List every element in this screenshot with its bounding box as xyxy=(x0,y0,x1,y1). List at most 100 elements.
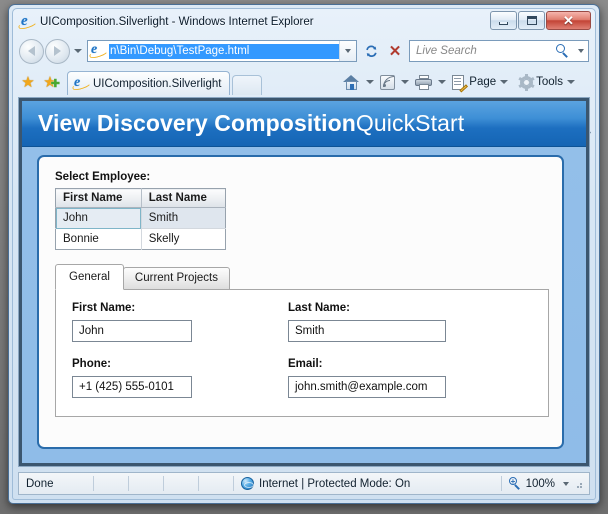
tools-menu-button[interactable]: Tools xyxy=(517,70,577,94)
app-card: Select Employee: First Name Last Name Jo… xyxy=(37,155,564,449)
close-icon: ✕ xyxy=(563,13,574,28)
page-title-light: QuickStart xyxy=(355,110,465,136)
maximize-button[interactable] xyxy=(518,11,545,30)
address-input[interactable]: n\Bin\Debug\TestPage.html xyxy=(109,43,339,59)
tab-and-command-bar: ★ ★ ✚ e UIComposition.Silverlight Page T… xyxy=(13,67,595,138)
browser-window: e UIComposition.Silverlight - Windows In… xyxy=(8,4,600,504)
security-zone-button[interactable]: Internet | Protected Mode: On xyxy=(234,473,501,494)
minimize-button[interactable] xyxy=(490,11,517,30)
page-menu-label: Page xyxy=(469,76,497,88)
close-button[interactable]: ✕ xyxy=(546,11,591,30)
first-name-label: First Name: xyxy=(72,302,136,314)
add-to-favorites-button[interactable]: ★ ✚ xyxy=(39,69,61,95)
window-controls: ✕ xyxy=(490,11,591,30)
zoom-level-label: 100% xyxy=(525,477,555,490)
stop-icon: ✕ xyxy=(388,42,402,60)
recent-pages-chevron-down-icon[interactable] xyxy=(74,49,82,53)
back-button[interactable] xyxy=(19,38,44,64)
search-provider-dropdown[interactable] xyxy=(573,49,588,53)
last-name-label: Last Name: xyxy=(288,302,350,314)
browser-window-inner: e UIComposition.Silverlight - Windows In… xyxy=(12,8,596,500)
refresh-button[interactable] xyxy=(359,40,383,62)
print-button[interactable] xyxy=(413,70,434,94)
tools-chevron-down-icon xyxy=(567,80,575,84)
ie-logo-icon: e xyxy=(17,14,38,31)
home-chevron-down-icon[interactable] xyxy=(366,80,375,84)
globe-icon xyxy=(241,477,254,490)
column-header-first-name[interactable]: First Name xyxy=(55,188,142,208)
command-bar: Page Tools xyxy=(341,69,591,95)
browser-tab[interactable]: e UIComposition.Silverlight xyxy=(67,71,231,95)
field-group-last-name: Last Name: Smith xyxy=(288,302,503,342)
last-name-input[interactable]: Smith xyxy=(288,320,446,342)
forward-button[interactable] xyxy=(45,38,70,64)
page-title: View Discovery CompositionQuickStart xyxy=(38,110,464,137)
forward-arrow-icon xyxy=(54,46,61,56)
column-header-last-name[interactable]: Last Name xyxy=(141,188,226,208)
star-icon: ★ xyxy=(21,73,35,91)
silverlight-root: View Discovery CompositionQuickStart Sel… xyxy=(19,98,589,466)
status-slot-3 xyxy=(164,473,198,494)
title-bar: e UIComposition.Silverlight - Windows In… xyxy=(13,9,595,35)
print-chevron-down-icon[interactable] xyxy=(438,80,447,84)
phone-label: Phone: xyxy=(72,358,111,370)
status-slot-2 xyxy=(129,473,163,494)
refresh-icon xyxy=(365,45,377,57)
home-icon xyxy=(343,74,360,90)
form-spacer xyxy=(72,344,532,358)
tab-general[interactable]: General xyxy=(55,264,124,290)
table-row[interactable]: John Smith xyxy=(55,207,226,229)
form-row-names: First Name: John Last Name: Smith xyxy=(72,302,532,342)
form-row-contact: Phone: +1 (425) 555-0101 Email: john.smi… xyxy=(72,358,532,398)
stop-button[interactable]: ✕ xyxy=(383,40,407,62)
chevron-down-icon xyxy=(577,49,584,53)
address-bar[interactable]: e n\Bin\Debug\TestPage.html xyxy=(87,40,357,62)
rss-feed-icon xyxy=(380,74,396,90)
feeds-chevron-down-icon[interactable] xyxy=(401,80,410,84)
tab-current-projects[interactable]: Current Projects xyxy=(122,267,231,290)
navigation-bar: e n\Bin\Debug\TestPage.html ✕ Live Searc… xyxy=(13,35,595,67)
plus-icon: ✚ xyxy=(50,78,60,90)
zoom-icon: + xyxy=(508,477,522,490)
resize-grip-icon[interactable] xyxy=(572,478,584,490)
home-button[interactable] xyxy=(341,70,362,94)
maximize-icon xyxy=(526,16,537,25)
table-row[interactable]: Bonnie Skelly xyxy=(55,228,226,250)
zoom-chevron-down-icon[interactable] xyxy=(563,481,569,486)
address-dropdown-button[interactable] xyxy=(339,41,356,61)
search-input[interactable]: Live Search xyxy=(410,45,556,57)
chevron-down-icon xyxy=(345,49,351,53)
tools-menu-label: Tools xyxy=(536,76,563,88)
email-label: Email: xyxy=(288,358,323,370)
cell-last-name[interactable]: Skelly xyxy=(141,228,226,250)
app-header: View Discovery CompositionQuickStart xyxy=(22,101,586,147)
favorites-center-button[interactable]: ★ xyxy=(17,69,39,95)
email-input[interactable]: john.smith@example.com xyxy=(288,376,446,398)
phone-input[interactable]: +1 (425) 555-0101 xyxy=(72,376,192,398)
new-tab-button[interactable] xyxy=(232,75,263,95)
cell-last-name[interactable]: Smith xyxy=(141,207,226,229)
page-document-icon xyxy=(452,74,468,93)
status-slot-4 xyxy=(199,473,233,494)
grid-header-row: First Name Last Name xyxy=(55,188,226,208)
cell-first-name[interactable]: Bonnie xyxy=(55,228,142,250)
browser-tab-label: UIComposition.Silverlight xyxy=(93,77,222,90)
first-name-input[interactable]: John xyxy=(72,320,192,342)
page-favicon-icon: e xyxy=(88,43,109,60)
select-employee-label: Select Employee: xyxy=(55,171,151,183)
employee-grid[interactable]: First Name Last Name John Smith Bonnie S… xyxy=(55,188,226,250)
silverlight-panel: View Discovery CompositionQuickStart Sel… xyxy=(19,98,589,466)
zoom-control[interactable]: + 100% xyxy=(502,473,589,494)
cell-first-name[interactable]: John xyxy=(55,207,142,229)
search-icon[interactable] xyxy=(556,44,570,58)
status-bar: Done Internet | Protected Mode: On + 100… xyxy=(18,472,590,495)
page-content: View Discovery CompositionQuickStart Sel… xyxy=(18,97,590,467)
detail-tab-strip: General Current Projects xyxy=(55,264,546,290)
app-body: Select Employee: First Name Last Name Jo… xyxy=(22,147,586,463)
feeds-button[interactable] xyxy=(378,70,397,94)
status-text: Done xyxy=(26,477,54,490)
field-group-phone: Phone: +1 (425) 555-0101 xyxy=(72,358,287,398)
search-box[interactable]: Live Search xyxy=(409,40,589,62)
page-menu-button[interactable]: Page xyxy=(450,70,510,94)
printer-icon xyxy=(415,74,433,90)
